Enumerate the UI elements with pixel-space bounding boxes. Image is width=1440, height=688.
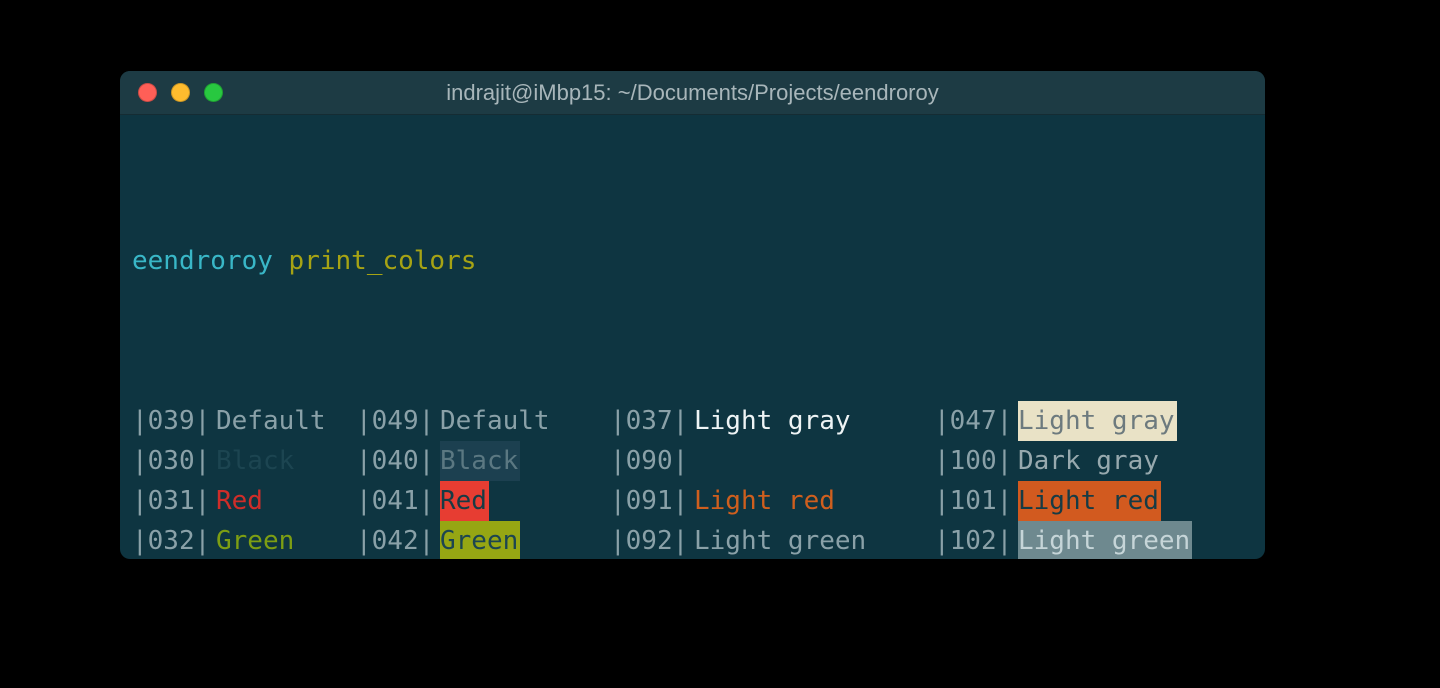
ansi-code: |030| <box>132 441 216 481</box>
color-name: Light red <box>694 481 934 521</box>
color-swatch: Green <box>440 521 610 559</box>
titlebar: indrajit@iMbp15: ~/Documents/Projects/ee… <box>120 71 1265 115</box>
color-name: Red <box>216 481 356 521</box>
ansi-code: |091| <box>610 481 694 521</box>
color-swatch: Light gray <box>1018 401 1248 441</box>
color-swatch: Default <box>440 401 610 441</box>
color-row: |032| Green|042| Green|092| Light green|… <box>132 521 1253 559</box>
ansi-code: |100| <box>934 441 1018 481</box>
ansi-code: |047| <box>934 401 1018 441</box>
ansi-code: |049| <box>356 401 440 441</box>
color-swatch: Red <box>440 481 610 521</box>
ansi-code: |042| <box>356 521 440 559</box>
color-name <box>694 441 934 481</box>
color-swatch: Black <box>440 441 610 481</box>
color-row: |039| Default|049| Default|037| Light gr… <box>132 401 1253 441</box>
color-row: |030| Black|040| Black|090| |100| Dark g… <box>132 441 1253 481</box>
ansi-code: |032| <box>132 521 216 559</box>
prompt-command: print_colors <box>289 241 477 281</box>
ansi-code: |039| <box>132 401 216 441</box>
ansi-code: |102| <box>934 521 1018 559</box>
ansi-code: |040| <box>356 441 440 481</box>
color-name: Default <box>216 401 356 441</box>
ansi-code: |090| <box>610 441 694 481</box>
ansi-code: |041| <box>356 481 440 521</box>
color-name: Light green <box>694 521 934 559</box>
minimize-icon[interactable] <box>171 83 190 102</box>
prompt-user: eendroroy <box>132 241 273 281</box>
color-swatch: Light green <box>1018 521 1248 559</box>
color-name: Light gray <box>694 401 934 441</box>
terminal-body[interactable]: eendroroy print_colors |039| Default|049… <box>120 115 1265 559</box>
color-swatch: Dark gray <box>1018 441 1248 481</box>
terminal-window: indrajit@iMbp15: ~/Documents/Projects/ee… <box>120 71 1265 559</box>
color-name: Green <box>216 521 356 559</box>
traffic-lights <box>120 83 223 102</box>
ansi-code: |031| <box>132 481 216 521</box>
window-title: indrajit@iMbp15: ~/Documents/Projects/ee… <box>120 80 1265 106</box>
ansi-code: |101| <box>934 481 1018 521</box>
color-row: |031| Red|041| Red|091| Light red|101| L… <box>132 481 1253 521</box>
ansi-code: |092| <box>610 521 694 559</box>
prompt-line-1: eendroroy print_colors <box>132 241 1253 281</box>
color-name: Black <box>216 441 356 481</box>
close-icon[interactable] <box>138 83 157 102</box>
zoom-icon[interactable] <box>204 83 223 102</box>
ansi-code: |037| <box>610 401 694 441</box>
color-swatch: Light red <box>1018 481 1248 521</box>
